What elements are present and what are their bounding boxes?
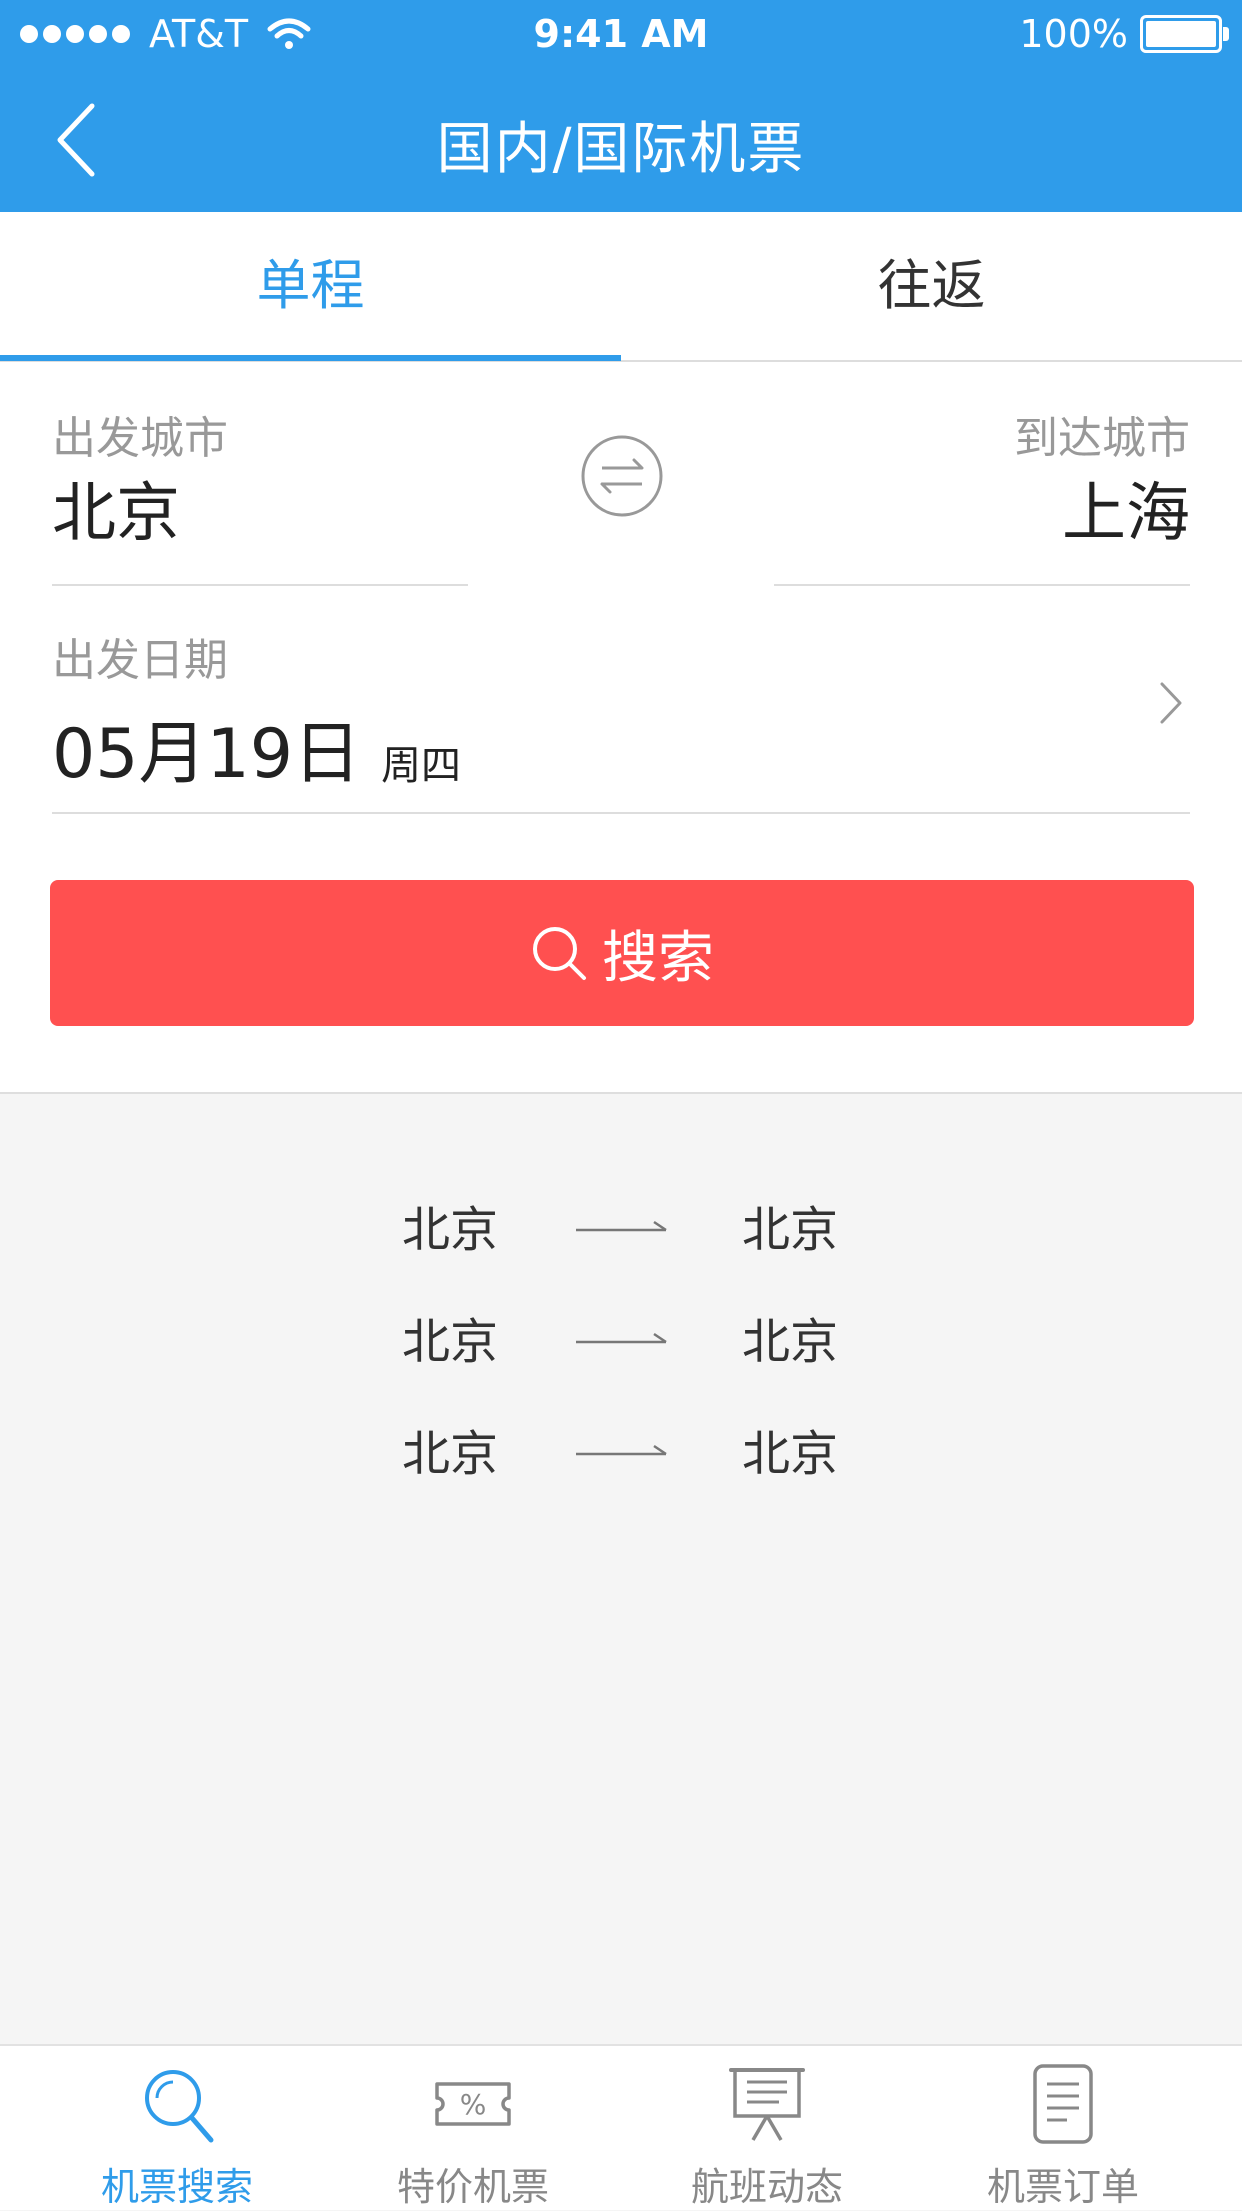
battery-icon: [1140, 15, 1229, 53]
recent-route[interactable]: 北京 北京: [0, 1302, 1242, 1414]
battery-group: 100%: [1019, 12, 1229, 56]
weekday: 周四: [381, 743, 462, 789]
board-icon: [729, 2068, 805, 2141]
nav-flight-search[interactable]: 机票搜索: [22, 2046, 332, 2210]
bottom-nav: 机票搜索 % 特价机票 航班动态 机票订单: [0, 2044, 1242, 2210]
departure-city[interactable]: 北京: [52, 462, 180, 554]
svg-text:%: %: [460, 2088, 487, 2121]
search-button-label: 搜索: [602, 925, 714, 991]
arrival-label: 到达城市: [1014, 413, 1190, 464]
ticket-percent-icon: %: [435, 2082, 511, 2126]
arrow-right-icon: [576, 1220, 667, 1232]
battery-percent: 100%: [1019, 12, 1128, 56]
search-form: 出发城市 北京 到达城市 上海 出发日期 05月19日 周四 搜索: [0, 362, 1242, 1094]
search-icon: [533, 927, 586, 980]
route-to: 北京: [742, 1202, 839, 1258]
date-value: 05月19日: [52, 715, 362, 794]
page-title: 国内/国际机票: [436, 117, 806, 182]
recent-searches: 北京 北京 北京 北京 北京 北京: [0, 1190, 1242, 1526]
arrival-city[interactable]: 上海: [1062, 462, 1190, 554]
departure-divider: [52, 584, 468, 586]
nav-label: 机票搜索: [100, 2165, 253, 2209]
search-icon: [145, 2070, 214, 2143]
route-from: 北京: [402, 1426, 499, 1482]
nav-flight-orders[interactable]: 机票订单: [908, 2046, 1218, 2210]
status-bar: AT&T 9:41 AM 100%: [0, 0, 1242, 66]
arrow-right-icon: [576, 1332, 667, 1344]
date-label: 出发日期: [52, 635, 228, 686]
chevron-right-icon[interactable]: [1158, 680, 1184, 726]
recent-route[interactable]: 北京 北京: [0, 1190, 1242, 1302]
active-tab-indicator: [0, 355, 621, 361]
nav-flight-status[interactable]: 航班动态: [612, 2046, 922, 2210]
route-from: 北京: [402, 1314, 499, 1370]
trip-type-tabs: 单程 往返: [0, 212, 1242, 362]
nav-label: 航班动态: [690, 2165, 843, 2209]
route-from: 北京: [402, 1202, 499, 1258]
date-divider: [52, 812, 1190, 814]
header: AT&T 9:41 AM 100% 国内/国际机票: [0, 0, 1242, 212]
swap-icon[interactable]: [580, 434, 664, 518]
tab-round-trip[interactable]: 往返: [621, 212, 1242, 360]
date-field[interactable]: 05月19日 周四: [52, 698, 461, 797]
search-button[interactable]: 搜索: [50, 880, 1194, 1026]
document-icon: [1033, 2064, 1093, 2144]
departure-label: 出发城市: [52, 413, 228, 464]
recent-route[interactable]: 北京 北京: [0, 1414, 1242, 1526]
nav-label: 特价机票: [396, 2165, 549, 2209]
arrival-divider: [774, 584, 1190, 586]
nav-special-fares[interactable]: % 特价机票: [318, 2046, 628, 2210]
arrow-right-icon: [576, 1444, 667, 1456]
route-to: 北京: [742, 1314, 839, 1370]
route-to: 北京: [742, 1426, 839, 1482]
tab-one-way[interactable]: 单程: [0, 212, 621, 360]
nav-label: 机票订单: [986, 2165, 1139, 2209]
